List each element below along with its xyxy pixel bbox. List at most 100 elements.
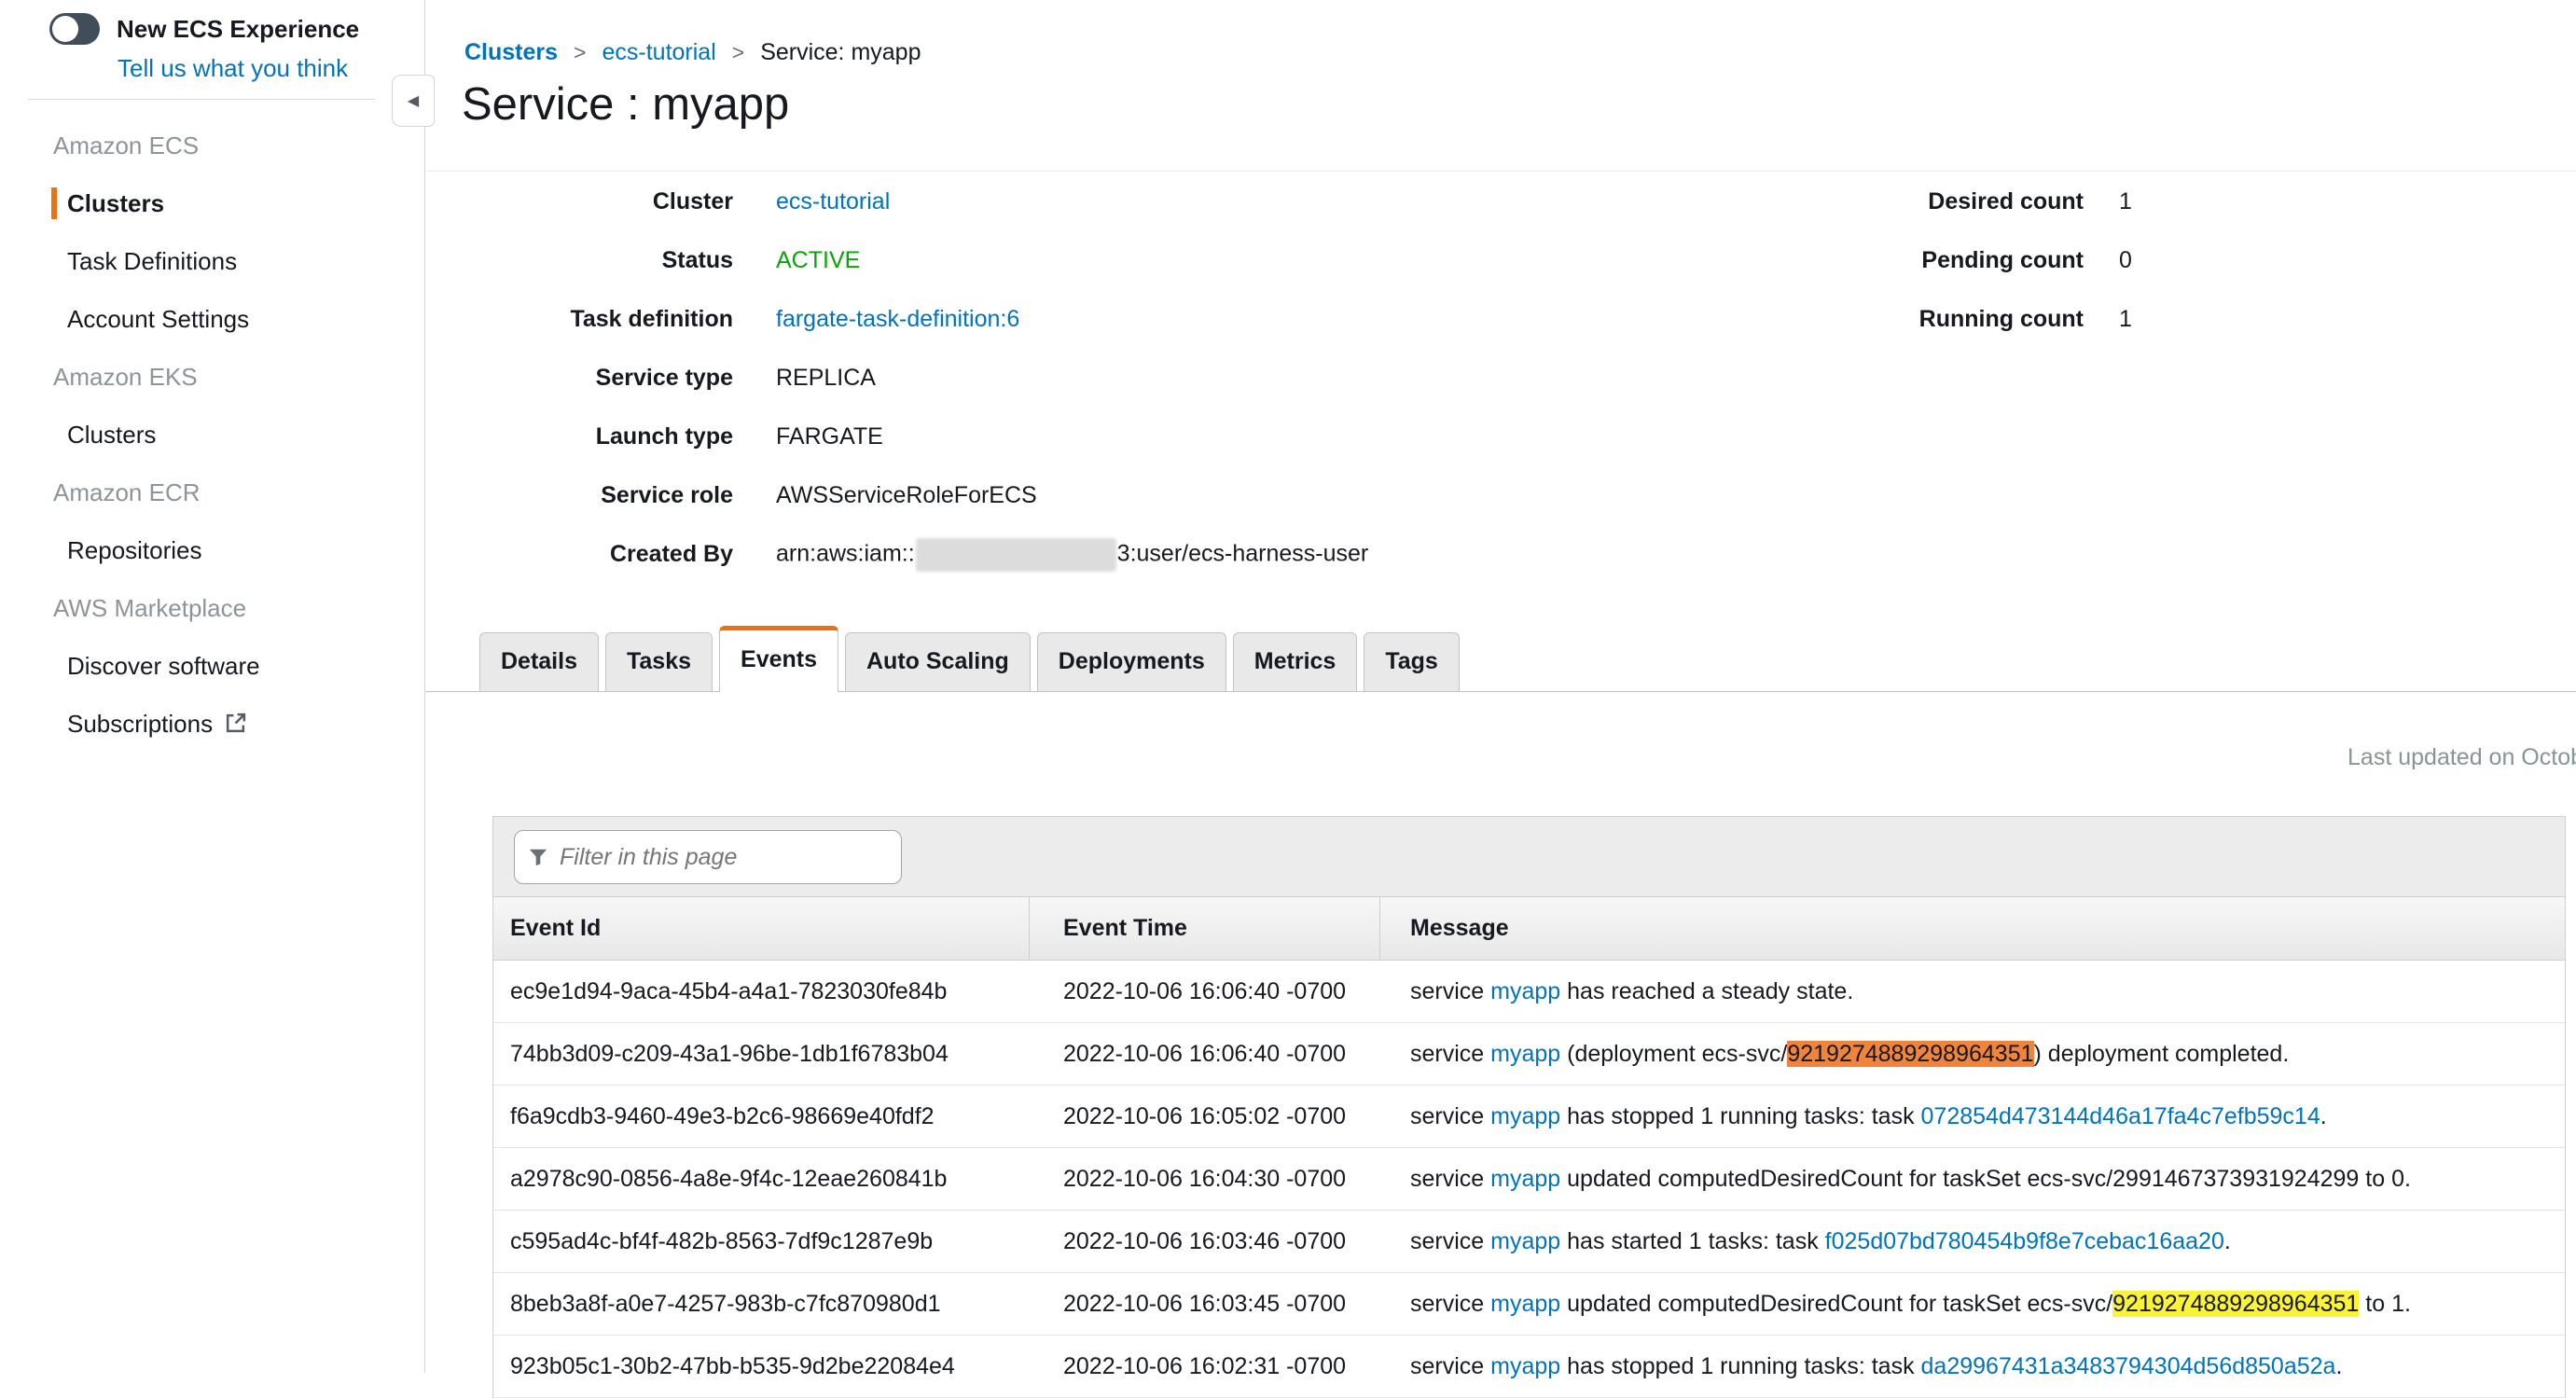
- message-text: has stopped 1 running tasks: task: [1560, 1353, 1920, 1379]
- sidebar-item-clusters[interactable]: Clusters: [0, 189, 423, 247]
- message-link[interactable]: myapp: [1490, 1353, 1560, 1379]
- event-id-cell: f6a9cdb3-9460-49e3-b2c6-98669e40fdf2: [493, 1103, 1030, 1130]
- detail-value-pending-count: 0: [2119, 247, 2132, 274]
- breadcrumb-clusters[interactable]: Clusters: [464, 39, 558, 66]
- sidebar: New ECS Experience Tell us what you thin…: [0, 0, 425, 1373]
- event-time-cell: 2022-10-06 16:03:46 -0700: [1030, 1228, 1380, 1255]
- detail-label: Launch type: [464, 423, 733, 450]
- redacted-account-id: [916, 538, 1116, 572]
- message-link[interactable]: myapp: [1490, 1166, 1560, 1192]
- message-link[interactable]: myapp: [1490, 1291, 1560, 1317]
- detail-row-status: StatusACTIVE: [464, 231, 1368, 290]
- sidebar-item-discover-software[interactable]: Discover software: [0, 652, 423, 710]
- arn-prefix: arn:aws:iam::: [776, 540, 915, 566]
- message-text: service: [1410, 1353, 1490, 1379]
- tab-metrics[interactable]: Metrics: [1233, 632, 1358, 692]
- service-details-left: Clusterecs-tutorialStatusACTIVETask defi…: [464, 173, 1368, 584]
- sidebar-section-amazon-ecr: Amazon ECR: [0, 478, 423, 536]
- message-text: ) deployment completed.: [2034, 1041, 2290, 1067]
- message-text: service: [1410, 1103, 1490, 1129]
- detail-row-desired-count: Desired count1: [1900, 173, 2132, 231]
- message-link[interactable]: 072854d473144d46a17fa4c7efb59c14: [1921, 1103, 2320, 1129]
- sidebar-item-account-settings[interactable]: Account Settings: [0, 305, 423, 363]
- event-message-cell: service myapp updated computedDesiredCou…: [1380, 1166, 2565, 1193]
- message-text: updated computedDesiredCount for taskSet…: [1560, 1291, 2112, 1317]
- feedback-link[interactable]: Tell us what you think: [118, 54, 348, 83]
- event-row: f6a9cdb3-9460-49e3-b2c6-98669e40fdf22022…: [493, 1086, 2565, 1148]
- tab-tags[interactable]: Tags: [1364, 632, 1460, 692]
- message-text: service: [1410, 1228, 1490, 1254]
- event-message-cell: service myapp has stopped 1 running task…: [1380, 1103, 2565, 1130]
- detail-value-text: AWSServiceRoleForECS: [776, 482, 1037, 508]
- events-table-header: Event IdEvent TimeMessage: [493, 897, 2565, 961]
- filter-box: [514, 830, 902, 884]
- tab-events[interactable]: Events: [719, 626, 838, 692]
- detail-value-created-by: arn:aws:iam::3:user/ecs-harness-user: [776, 538, 1368, 572]
- message-link[interactable]: myapp: [1490, 1041, 1560, 1067]
- message-text: service: [1410, 1041, 1490, 1067]
- event-row: a2978c90-0856-4a8e-9f4c-12eae260841b2022…: [493, 1148, 2565, 1211]
- message-text: service: [1410, 978, 1490, 1004]
- column-header-message[interactable]: Message: [1380, 897, 2565, 960]
- sidebar-nav: Amazon ECSClustersTask DefinitionsAccoun…: [0, 131, 423, 768]
- arn-suffix: 3:user/ecs-harness-user: [1117, 540, 1369, 566]
- message-text: has started 1 tasks: task: [1560, 1228, 1824, 1254]
- new-ecs-experience-row: New ECS Experience: [49, 11, 359, 47]
- new-ecs-experience-label: New ECS Experience: [117, 15, 359, 44]
- external-link-icon: [213, 710, 247, 738]
- column-header-event-id[interactable]: Event Id: [493, 897, 1030, 960]
- sidebar-item-repositories[interactable]: Repositories: [0, 536, 423, 594]
- event-row: 8beb3a8f-a0e7-4257-983b-c7fc870980d12022…: [493, 1273, 2565, 1336]
- message-link[interactable]: myapp: [1490, 978, 1560, 1004]
- breadcrumb-separator: >: [732, 40, 744, 65]
- detail-row-service-type: Service typeREPLICA: [464, 349, 1368, 408]
- sidebar-item-label: Clusters: [67, 421, 156, 449]
- detail-link[interactable]: fargate-task-definition:6: [776, 306, 1019, 332]
- sidebar-section-amazon-ecs: Amazon ECS: [0, 131, 423, 189]
- detail-row-task-definition: Task definitionfargate-task-definition:6: [464, 290, 1368, 349]
- detail-row-cluster: Clusterecs-tutorial: [464, 173, 1368, 231]
- message-link[interactable]: myapp: [1490, 1103, 1560, 1129]
- sidebar-item-label: Discover software: [67, 652, 260, 680]
- sidebar-item-subscriptions[interactable]: Subscriptions: [0, 710, 423, 768]
- message-link[interactable]: da29967431a3483794304d56d850a52a: [1921, 1353, 2336, 1379]
- event-row: c595ad4c-bf4f-482b-8563-7df9c1287e9b2022…: [493, 1211, 2565, 1273]
- detail-label: Service role: [464, 482, 733, 509]
- sidebar-section-aws-marketplace: AWS Marketplace: [0, 594, 423, 652]
- tab-details[interactable]: Details: [479, 632, 599, 692]
- new-ecs-experience-toggle[interactable]: [49, 13, 100, 45]
- filter-funnel-icon: [528, 847, 548, 867]
- sidebar-item-clusters[interactable]: Clusters: [0, 421, 423, 478]
- detail-label: Running count: [1900, 306, 2084, 333]
- detail-value-text: REPLICA: [776, 365, 876, 391]
- sidebar-collapse-button[interactable]: ◀: [392, 75, 435, 127]
- message-link[interactable]: f025d07bd780454b9f8e7cebac16aa20: [1825, 1228, 2224, 1254]
- events-table-body: ec9e1d94-9aca-45b4-a4a1-7823030fe84b2022…: [493, 961, 2565, 1398]
- message-text: .: [2335, 1353, 2342, 1379]
- filter-bar: [493, 817, 2565, 897]
- sidebar-item-label: Subscriptions: [67, 710, 213, 738]
- event-message-cell: service myapp has reached a steady state…: [1380, 978, 2565, 1005]
- detail-value-task-definition: fargate-task-definition:6: [776, 306, 1019, 333]
- detail-label: Desired count: [1900, 188, 2084, 215]
- title-divider: [426, 171, 2576, 172]
- breadcrumb-ecs-tutorial[interactable]: ecs-tutorial: [602, 39, 715, 66]
- message-link[interactable]: myapp: [1490, 1228, 1560, 1254]
- tab-tasks[interactable]: Tasks: [605, 632, 713, 692]
- event-time-cell: 2022-10-06 16:02:31 -0700: [1030, 1353, 1380, 1380]
- detail-row-pending-count: Pending count0: [1900, 231, 2132, 290]
- detail-row-created-by: Created Byarn:aws:iam::3:user/ecs-harnes…: [464, 525, 1368, 584]
- tab-auto-scaling[interactable]: Auto Scaling: [845, 632, 1031, 692]
- message-text: updated computedDesiredCount for taskSet…: [1560, 1166, 2411, 1192]
- column-header-event-time[interactable]: Event Time: [1030, 897, 1380, 960]
- detail-link[interactable]: ecs-tutorial: [776, 188, 890, 215]
- sidebar-item-task-definitions[interactable]: Task Definitions: [0, 247, 423, 305]
- message-text: to 1.: [2359, 1291, 2411, 1317]
- event-id-cell: 74bb3d09-c209-43a1-96be-1db1f6783b04: [493, 1041, 1030, 1068]
- sidebar-item-label: Account Settings: [67, 305, 249, 333]
- tab-deployments[interactable]: Deployments: [1037, 632, 1226, 692]
- search-highlight: 9219274889298964351: [2112, 1291, 2359, 1317]
- chevron-left-icon: ◀: [408, 91, 419, 110]
- filter-input[interactable]: [558, 843, 888, 872]
- detail-value-service-role: AWSServiceRoleForECS: [776, 482, 1037, 509]
